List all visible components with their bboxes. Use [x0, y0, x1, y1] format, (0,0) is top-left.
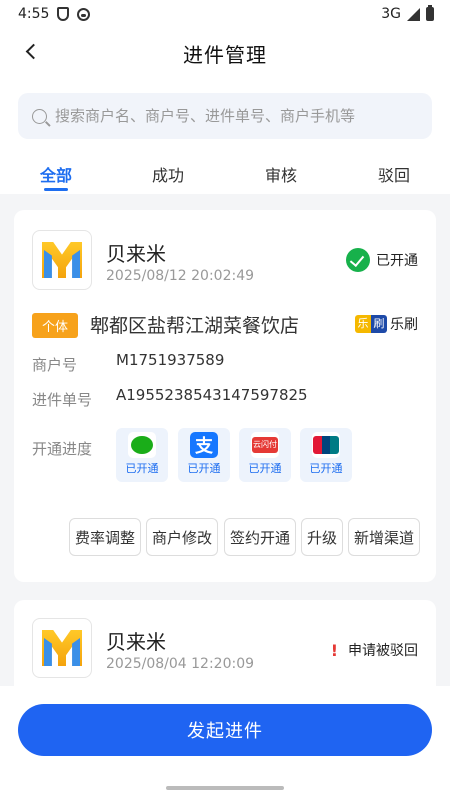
- notification-icon: [77, 7, 91, 21]
- merchant-no-label: 商户号: [32, 356, 78, 374]
- page-title: 进件管理: [183, 42, 267, 67]
- merchant-name: 贝来米: [106, 630, 166, 654]
- merchant-logo: [32, 230, 92, 290]
- submit-application-button[interactable]: 发起进件: [18, 704, 432, 756]
- status-time: 4:55: [18, 6, 50, 22]
- merchant-type-tag: 个体: [32, 313, 79, 338]
- search-box[interactable]: [18, 93, 432, 139]
- back-button[interactable]: [22, 40, 44, 62]
- status-bar: 4:55 3G: [0, 0, 450, 28]
- merchant-edit-button[interactable]: 商户修改: [146, 518, 218, 556]
- channel-alipay: 支 已开通: [178, 428, 230, 482]
- filter-tabs: 全部 成功 审核 驳回: [0, 150, 450, 194]
- leshua-logo-icon: 乐刷: [355, 315, 387, 333]
- merchant-time: 2025/08/04 12:20:09: [106, 656, 255, 672]
- order-no-label: 进件单号: [32, 391, 93, 409]
- add-channel-button[interactable]: 新增渠道: [348, 518, 420, 556]
- home-indicator: [166, 786, 284, 790]
- merchant-no-value: M1751937589: [116, 351, 225, 369]
- channel-status: 已开通: [309, 462, 343, 475]
- chevron-left-icon: [25, 43, 42, 59]
- status-badge: ! 申请被驳回: [331, 640, 418, 660]
- yunshanfu-icon: 云闪付: [251, 432, 279, 458]
- wechat-pay-icon: [128, 432, 156, 458]
- signal-icon: [407, 7, 420, 21]
- rate-adjust-button[interactable]: 费率调整: [69, 518, 141, 556]
- status-badge: 已开通: [346, 248, 418, 272]
- merchant-card[interactable]: 贝来米 2025/08/12 20:02:49 已开通 个体 郫都区盐帮江湖菜餐…: [14, 210, 436, 582]
- battery-icon: [426, 5, 434, 21]
- tab-success[interactable]: 成功: [152, 162, 184, 186]
- merchant-time: 2025/08/12 20:02:49: [106, 268, 255, 284]
- upgrade-button[interactable]: 升级: [301, 518, 343, 556]
- unionpay-icon: [312, 432, 340, 458]
- check-circle-icon: [346, 248, 370, 272]
- nav-bar: 进件管理: [0, 28, 450, 78]
- merchant-logo: [32, 618, 92, 678]
- brand-badge: 乐刷 乐刷: [355, 314, 418, 334]
- tab-rejected[interactable]: 驳回: [378, 162, 410, 186]
- search-icon: [32, 108, 47, 124]
- shop-name: 郫都区盐帮江湖菜餐饮店: [90, 315, 300, 337]
- channel-status: 已开通: [187, 462, 221, 475]
- alipay-icon: 支: [190, 432, 218, 458]
- order-no-value: A1955238543147597825: [116, 386, 308, 404]
- status-text: 申请被驳回: [348, 643, 418, 659]
- channel-unionpay: 已开通: [300, 428, 352, 482]
- brand-name: 乐刷: [390, 317, 418, 333]
- search-section: [0, 78, 450, 150]
- merchant-name: 贝来米: [106, 242, 166, 266]
- bottom-bar: 发起进件: [0, 686, 450, 800]
- network-type: 3G: [381, 6, 401, 22]
- sign-activate-button[interactable]: 签约开通: [224, 518, 296, 556]
- channel-status: 已开通: [248, 462, 282, 475]
- channel-wechat: 已开通: [116, 428, 168, 482]
- channel-yunshanfu: 云闪付 已开通: [239, 428, 291, 482]
- tab-indicator: [44, 188, 68, 191]
- tab-all[interactable]: 全部: [40, 162, 72, 186]
- progress-label: 开通进度: [32, 440, 93, 458]
- tab-review[interactable]: 审核: [265, 162, 297, 186]
- channel-status: 已开通: [125, 462, 159, 475]
- search-input[interactable]: [55, 107, 418, 125]
- shield-icon: [57, 7, 70, 21]
- exclamation-icon: !: [330, 640, 338, 660]
- status-text: 已开通: [376, 253, 418, 269]
